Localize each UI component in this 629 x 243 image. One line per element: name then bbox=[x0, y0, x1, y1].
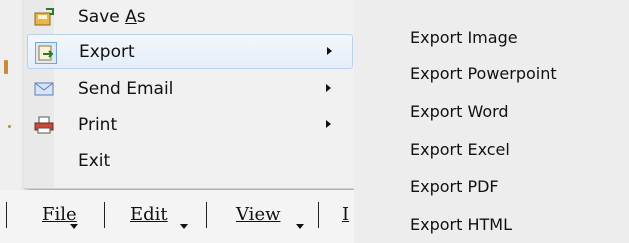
envelope-icon bbox=[34, 80, 54, 98]
menu-bar-separator bbox=[318, 202, 319, 228]
submenu-item-export-excel[interactable]: Export Excel bbox=[410, 140, 510, 159]
submenu-arrow-icon bbox=[327, 47, 332, 55]
background-app-fragment bbox=[4, 60, 8, 74]
menu-bar-separator bbox=[206, 202, 207, 228]
submenu-item-export-powerpoint[interactable]: Export Powerpoint bbox=[410, 64, 557, 83]
export-icon bbox=[35, 42, 57, 64]
menu-item-label: Save As bbox=[78, 7, 146, 27]
menu-item-exit[interactable]: Exit bbox=[26, 144, 354, 178]
export-submenu: Export Image Export Powerpoint Export Wo… bbox=[354, 0, 629, 243]
file-menu: Save As Export Send Email Print Exit bbox=[24, 0, 357, 189]
menu-bar-edit[interactable]: Edit bbox=[130, 204, 168, 225]
menu-bar-file[interactable]: File bbox=[42, 204, 77, 225]
printer-icon bbox=[34, 116, 54, 134]
menu-bar-separator bbox=[104, 202, 105, 228]
submenu-arrow-icon bbox=[326, 84, 331, 92]
menu-item-label: Export bbox=[79, 41, 135, 62]
dropdown-caret-icon bbox=[296, 224, 304, 229]
menu-item-save-as[interactable]: Save As bbox=[26, 0, 354, 34]
dropdown-caret-icon bbox=[180, 224, 188, 229]
submenu-item-export-word[interactable]: Export Word bbox=[410, 102, 509, 121]
save-icon bbox=[34, 8, 54, 26]
menu-bar-separator bbox=[6, 202, 7, 228]
submenu-item-export-image[interactable]: Export Image bbox=[410, 28, 518, 47]
menu-item-label: Exit bbox=[78, 151, 111, 171]
menu-item-print[interactable]: Print bbox=[26, 108, 354, 142]
menu-bar-view[interactable]: View bbox=[236, 204, 281, 225]
submenu-arrow-icon bbox=[326, 120, 331, 128]
menu-item-label: Send Email bbox=[78, 79, 174, 99]
background-app-fragment bbox=[8, 125, 11, 128]
menu-item-label: Print bbox=[78, 115, 118, 135]
menu-bar: File Edit View I bbox=[0, 190, 354, 243]
submenu-item-export-html[interactable]: Export HTML bbox=[410, 215, 512, 234]
menu-item-export[interactable]: Export bbox=[27, 34, 353, 69]
submenu-item-export-pdf[interactable]: Export PDF bbox=[410, 177, 499, 196]
menu-item-send-email[interactable]: Send Email bbox=[26, 72, 354, 106]
menu-bar-partial-item[interactable]: I bbox=[342, 204, 349, 225]
dropdown-caret-icon bbox=[70, 224, 78, 229]
